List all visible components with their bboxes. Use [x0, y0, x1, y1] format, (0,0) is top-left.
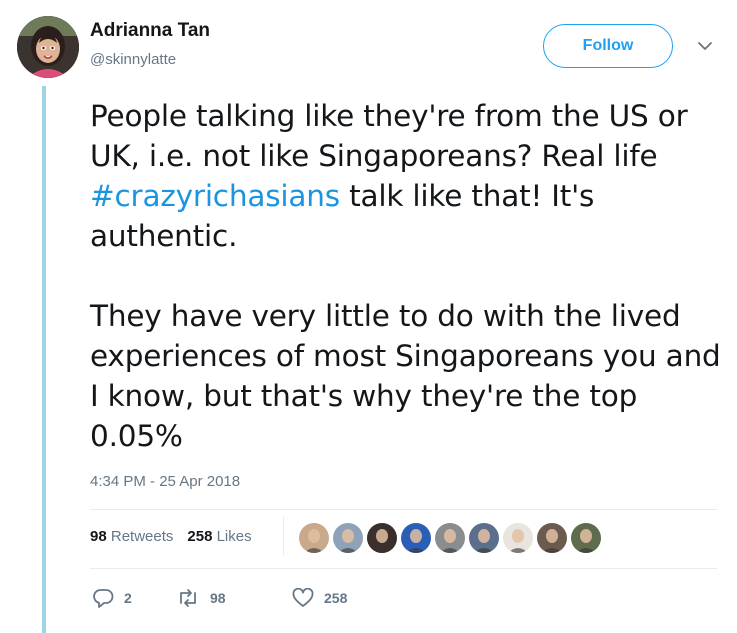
tweet-paragraph-1: People talking like they're from the US …	[90, 96, 730, 256]
tweet-text-segment: People talking like they're from the US …	[90, 99, 688, 173]
liker-avatar-7[interactable]	[502, 522, 534, 554]
liker-avatar-4[interactable]	[400, 522, 432, 554]
like-count: 258	[324, 590, 348, 606]
retweet-count: 98	[210, 590, 226, 606]
stats-separator	[283, 517, 284, 555]
retweet-button[interactable]: 98	[176, 588, 292, 608]
retweets-count: 98	[90, 528, 107, 545]
like-button[interactable]: 258	[292, 588, 347, 608]
liker-avatar-5[interactable]	[434, 522, 466, 554]
liker-avatars	[298, 522, 602, 554]
retweets-stat[interactable]: 98 Retweets	[90, 528, 173, 545]
reply-count: 2	[124, 590, 132, 606]
likes-stat[interactable]: 258 Likes	[187, 528, 251, 545]
liker-avatar-1[interactable]	[298, 522, 330, 554]
engagement-stats: 98 Retweets 258 Likes	[90, 528, 252, 545]
author-handle[interactable]: @skinnylatte	[90, 51, 176, 68]
divider	[90, 509, 717, 510]
follow-button[interactable]: Follow	[543, 24, 673, 68]
author-display-name[interactable]: Adrianna Tan	[90, 20, 210, 42]
liker-avatar-9[interactable]	[570, 522, 602, 554]
divider	[90, 568, 717, 569]
tweet-paragraph-2: They have very little to do with the liv…	[90, 299, 721, 453]
thread-line	[42, 86, 46, 633]
liker-avatar-3[interactable]	[366, 522, 398, 554]
retweets-label: Retweets	[110, 528, 174, 545]
tweet-actions: 2 98 258	[92, 588, 347, 608]
heart-icon	[292, 588, 314, 608]
liker-avatar-2[interactable]	[332, 522, 364, 554]
reply-icon	[92, 588, 114, 608]
tweet-timestamp[interactable]: 4:34 PM - 25 Apr 2018	[90, 473, 240, 490]
chevron-down-icon[interactable]	[695, 38, 715, 54]
likes-label: Likes	[216, 528, 252, 545]
reply-button[interactable]: 2	[92, 588, 176, 608]
tweet-page: Adrianna Tan @skinnylatte Follow People …	[0, 0, 737, 633]
likes-count: 258	[187, 528, 213, 545]
retweet-icon	[176, 588, 200, 608]
liker-avatar-6[interactable]	[468, 522, 500, 554]
tweet-text: People talking like they're from the US …	[90, 96, 730, 456]
author-avatar[interactable]	[17, 16, 79, 78]
hashtag-link[interactable]: #crazyrichasians	[90, 179, 340, 213]
liker-avatar-8[interactable]	[536, 522, 568, 554]
